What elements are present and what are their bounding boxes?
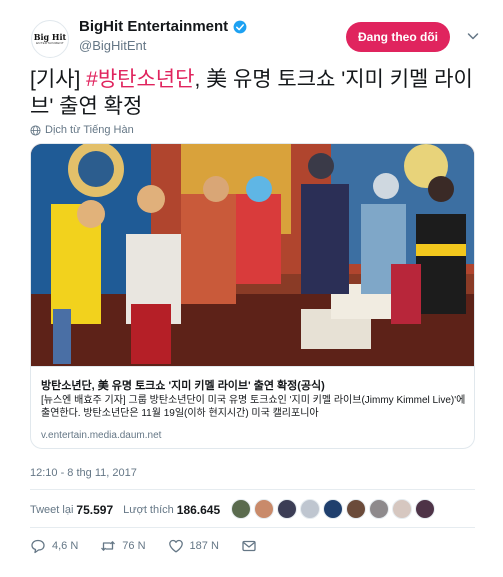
engagement-stats: Tweet lại 75.597 Lượt thích 186.645 <box>30 498 230 522</box>
card-title[interactable]: 방탄소년단, 美 유명 토크쇼 '지미 키멜 라이브' 출연 확정(공식) <box>41 377 325 393</box>
reply-count: 4,6 N <box>52 540 79 552</box>
chevron-down-icon[interactable] <box>467 30 479 42</box>
timestamp[interactable]: 12:10 - 8 thg 11, 2017 <box>30 467 137 479</box>
following-button[interactable]: Đang theo dõi <box>346 22 450 52</box>
liker-avatar[interactable] <box>392 499 412 519</box>
divider-top <box>30 489 475 490</box>
tweet-text: [기사] #방탄소년단, 美 유명 토크쇼 '지미 키멜 라이브' 출연 확정 <box>30 66 480 120</box>
reply-icon <box>31 539 45 554</box>
display-name-row[interactable]: BigHit Entertainment <box>79 18 247 35</box>
retweets-count[interactable]: 75.597 <box>76 503 113 517</box>
liker-avatars <box>231 499 438 519</box>
liker-avatar[interactable] <box>277 499 297 519</box>
liker-avatar[interactable] <box>323 499 343 519</box>
card-photo[interactable] <box>31 144 475 366</box>
card-domain: v.entertain.media.daum.net <box>41 430 162 441</box>
heart-icon <box>168 539 183 553</box>
display-name[interactable]: BigHit Entertainment <box>79 18 228 35</box>
avatar-logo-subtext: ENTERTAINMENT <box>36 41 64 45</box>
liker-avatar[interactable] <box>231 499 251 519</box>
action-bar: 4,6 N 76 N 187 N <box>30 536 285 556</box>
card-body[interactable]: 방탄소년단, 美 유명 토크쇼 '지미 키멜 라이브' 출연 확정(공식) [뉴… <box>31 366 474 448</box>
like-button[interactable]: 187 N <box>168 538 219 554</box>
envelope-icon <box>242 540 256 552</box>
liker-avatar[interactable] <box>300 499 320 519</box>
card-description: [뉴스엔 배효주 기자] 그룹 방탄소년단이 미국 유명 토크쇼인 '지미 키멜… <box>41 395 466 419</box>
retweet-count: 76 N <box>122 540 146 552</box>
globe-icon <box>30 124 41 136</box>
liker-avatar[interactable] <box>415 499 435 519</box>
like-count: 187 N <box>189 540 219 552</box>
tweet-prefix: [기사] <box>30 68 87 91</box>
retweet-icon <box>101 541 116 551</box>
avatar[interactable]: Big Hit ENTERTAINMENT <box>31 20 69 58</box>
link-card[interactable]: 방탄소년단, 美 유명 토크쇼 '지미 키멜 라이브' 출연 확정(공식) [뉴… <box>30 143 475 449</box>
likes-count[interactable]: 186.645 <box>177 503 220 517</box>
hashtag-link[interactable]: #방탄소년단 <box>86 68 194 91</box>
reply-button[interactable]: 4,6 N <box>30 538 78 554</box>
direct-message-button[interactable] <box>241 538 263 554</box>
divider-bottom <box>30 527 475 528</box>
retweets-label[interactable]: Tweet lại <box>30 504 73 516</box>
avatar-logo-text: Big Hit <box>33 32 67 42</box>
user-handle[interactable]: @BigHitEnt <box>79 38 146 53</box>
liker-avatar[interactable] <box>254 499 274 519</box>
verified-badge-icon <box>233 20 247 33</box>
translate-link[interactable]: Dịch từ Tiếng Hàn <box>30 124 134 136</box>
translate-label[interactable]: Dịch từ Tiếng Hàn <box>45 124 134 136</box>
liker-avatar[interactable] <box>369 499 389 519</box>
tweet-header: Big Hit ENTERTAINMENT BigHit Entertainme… <box>0 0 503 62</box>
likes-label[interactable]: Lượt thích <box>123 504 174 516</box>
liker-avatar[interactable] <box>346 499 366 519</box>
retweet-button[interactable]: 76 N <box>100 538 146 554</box>
